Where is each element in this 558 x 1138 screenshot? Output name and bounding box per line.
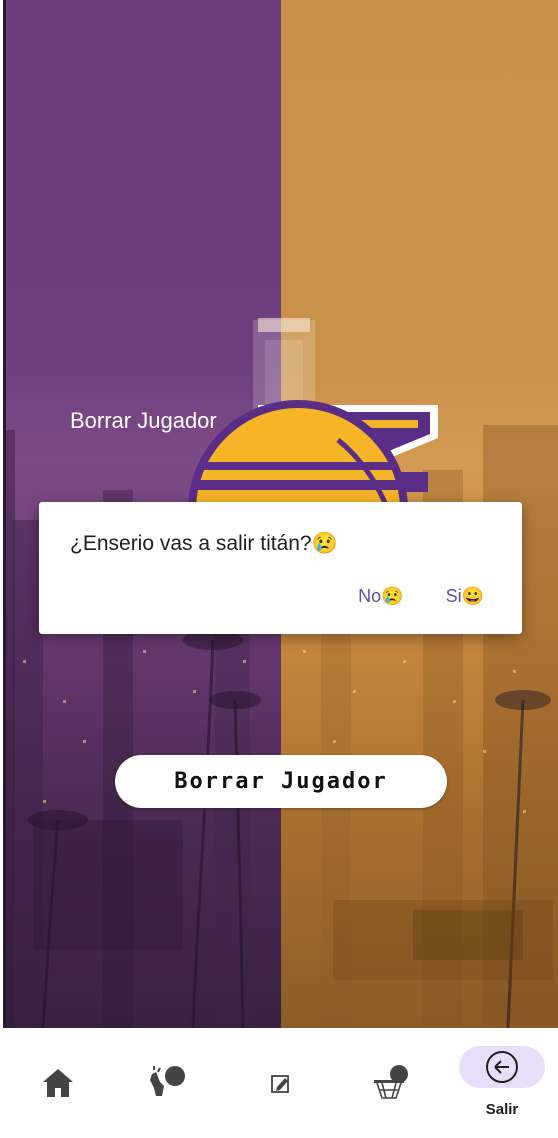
nav-item-exit[interactable]: [459, 1046, 545, 1088]
lakers-logo: [188, 400, 438, 510]
app-screen: Borrar Jugador Borrar Jugador ¿Enserio v…: [0, 0, 558, 1138]
home-icon: [43, 1069, 73, 1097]
hand-ball-icon: [150, 1066, 185, 1096]
dialog-actions: No😢 Si😀: [358, 586, 484, 607]
bottom-navigation-bar: Salir: [0, 1028, 558, 1138]
nav-item-players[interactable]: [136, 1028, 196, 1138]
edit-icon: [271, 1075, 289, 1093]
nav-item-edit[interactable]: [250, 1028, 310, 1138]
dialog-message: ¿Enserio vas a salir titán?😢: [70, 532, 338, 555]
delete-player-button-label: Borrar Jugador: [174, 769, 388, 794]
dialog-yes-button[interactable]: Si😀: [446, 586, 484, 607]
basketball-hoop-icon: [374, 1065, 408, 1099]
left-edge-shadow: [3, 0, 6, 1028]
confirm-exit-dialog: ¿Enserio vas a salir titán?😢 No😢 Si😀: [39, 502, 522, 634]
arrow-left-circle-icon: [486, 1051, 518, 1083]
delete-player-button[interactable]: Borrar Jugador: [115, 755, 447, 808]
dialog-no-button[interactable]: No😢: [358, 586, 403, 607]
nav-item-games[interactable]: [360, 1028, 420, 1138]
nav-item-exit-label: Salir: [485, 1101, 519, 1118]
nav-item-home[interactable]: [28, 1028, 88, 1138]
